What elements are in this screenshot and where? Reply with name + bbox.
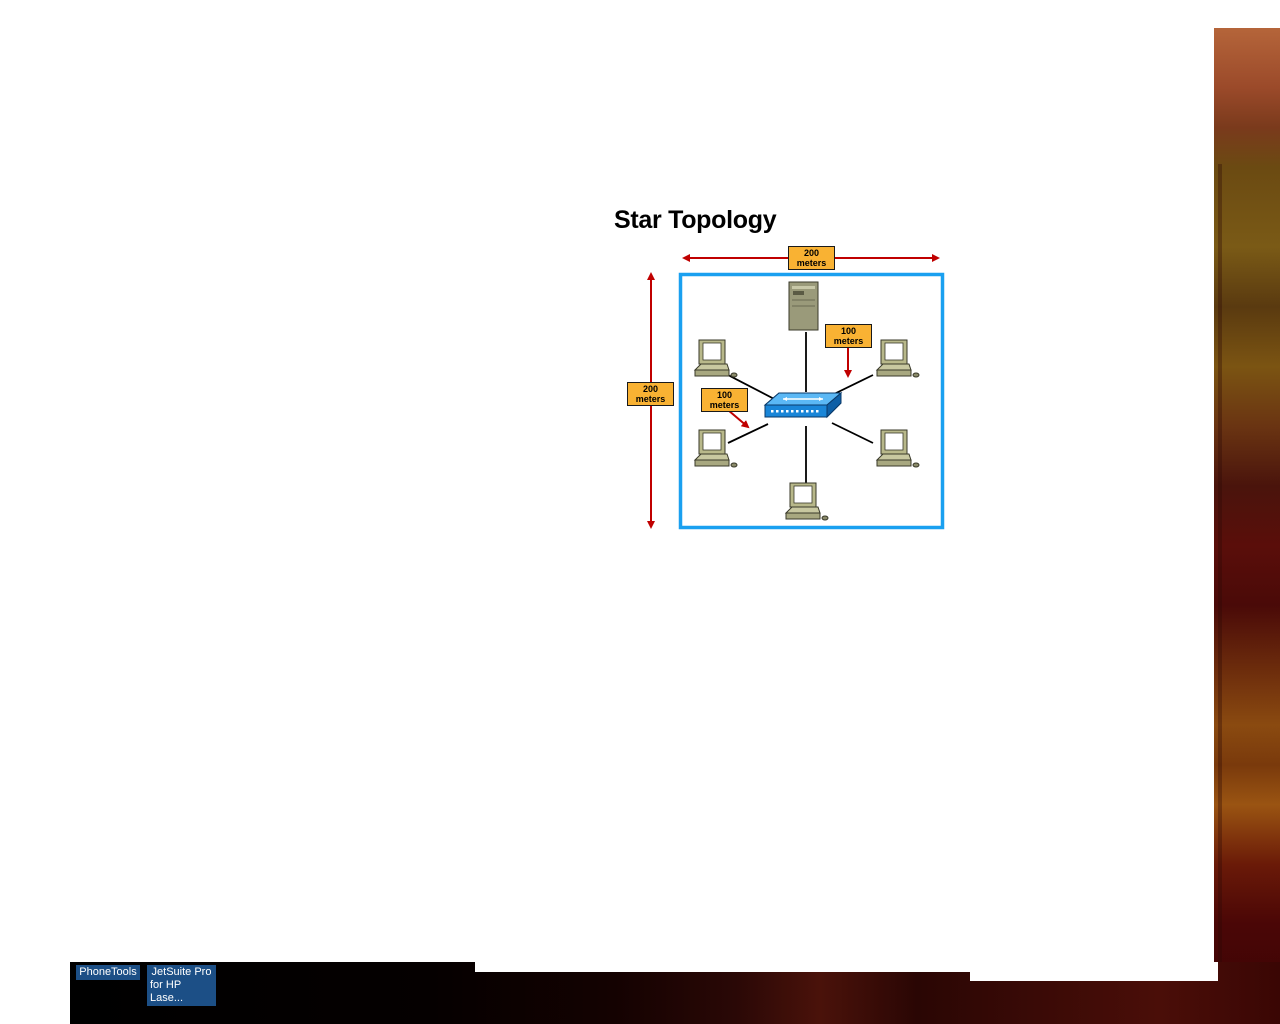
shortcut-label-line2: for HP Lase... (150, 979, 184, 1004)
slide-title: Star Topology (614, 206, 777, 234)
desktop-wallpaper-right (1214, 28, 1280, 1024)
switch-icon (763, 391, 843, 419)
left-distance-value: 200 (642, 384, 659, 394)
desktop-shortcut-phonetools[interactable]: PhoneTools (76, 965, 140, 980)
workstation-bottom-icon (784, 482, 829, 521)
top-distance-value: 200 (803, 248, 820, 258)
top-distance-unit: meters (796, 258, 827, 268)
mid-left-distance-label: 100 meters (701, 388, 748, 412)
upper-right-distance-unit: meters (833, 336, 864, 346)
shortcut-label-line1: JetSuite Pro (151, 966, 212, 978)
desktop-shortcut-jetsuite[interactable]: JetSuite Pro for HP Lase... (147, 965, 216, 1006)
mid-left-distance-value: 100 (716, 390, 733, 400)
left-distance-label: 200 meters (627, 382, 674, 406)
upper-right-distance-label: 100 meters (825, 324, 872, 348)
presentation-screen: PhoneTools JetSuite Pro for HP Lase... S… (0, 0, 1280, 1024)
workstation-lower-left-icon (693, 429, 738, 468)
star-topology-diagram: 200 meters 200 meters 100 meters 100 met… (620, 240, 960, 540)
top-distance-label: 200 meters (788, 246, 835, 270)
distance-arrow-left (727, 409, 750, 429)
workstation-upper-left-icon (693, 339, 738, 378)
left-distance-unit: meters (635, 394, 666, 404)
workstation-upper-right-icon (875, 339, 920, 378)
mid-left-distance-unit: meters (709, 400, 740, 410)
slide-edge (475, 962, 1218, 972)
slide-edge-step (970, 972, 1218, 981)
wallpaper-shade (1218, 164, 1222, 980)
upper-right-distance-value: 100 (840, 326, 857, 336)
shortcut-label: PhoneTools (79, 966, 137, 978)
workstation-lower-right-icon (875, 429, 920, 468)
server-icon (788, 281, 819, 331)
